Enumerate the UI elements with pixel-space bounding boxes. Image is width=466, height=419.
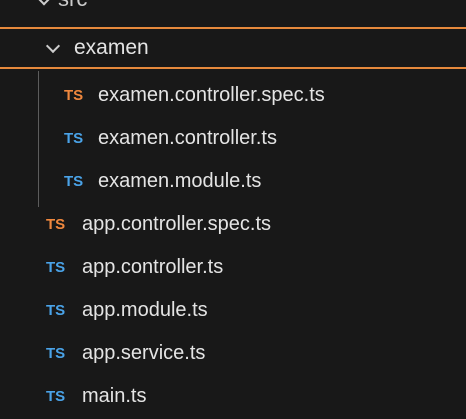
typescript-test-icon: TS: [46, 215, 66, 233]
file-name: app.service.ts: [82, 341, 206, 364]
typescript-icon: TS: [64, 129, 84, 147]
typescript-test-icon: TS: [64, 86, 84, 104]
file-name: examen.controller.spec.ts: [98, 83, 325, 106]
chevron-down-icon: [45, 38, 61, 54]
file-app-controller-spec[interactable]: TS app.controller.spec.ts: [0, 203, 466, 245]
file-main[interactable]: TS main.ts: [0, 375, 466, 417]
file-examen-controller-spec[interactable]: TS examen.controller.spec.ts: [0, 74, 466, 116]
file-name: examen.controller.ts: [98, 126, 277, 149]
file-examen-module[interactable]: TS examen.module.ts: [0, 160, 466, 202]
file-name: app.module.ts: [82, 298, 208, 321]
folder-examen[interactable]: examen: [0, 27, 466, 69]
typescript-icon: TS: [46, 344, 66, 362]
file-app-controller[interactable]: TS app.controller.ts: [0, 246, 466, 288]
folder-label: examen: [74, 36, 149, 59]
file-name: app.controller.spec.ts: [82, 212, 271, 235]
typescript-icon: TS: [64, 172, 84, 190]
chevron-down-icon: [35, 0, 53, 6]
typescript-icon: TS: [46, 301, 66, 319]
file-name: app.controller.ts: [82, 255, 224, 278]
file-name: examen.module.ts: [98, 169, 262, 192]
src-folder-label: src: [58, 0, 87, 12]
file-app-service[interactable]: TS app.service.ts: [0, 332, 466, 374]
file-app-module[interactable]: TS app.module.ts: [0, 289, 466, 331]
typescript-icon: TS: [46, 258, 66, 276]
src-folder-row[interactable]: src: [0, 0, 466, 12]
typescript-icon: TS: [46, 387, 66, 405]
file-name: main.ts: [82, 384, 147, 407]
file-examen-controller[interactable]: TS examen.controller.ts: [0, 117, 466, 159]
file-explorer: src examen TS examen.controller.spec.ts …: [0, 0, 466, 419]
